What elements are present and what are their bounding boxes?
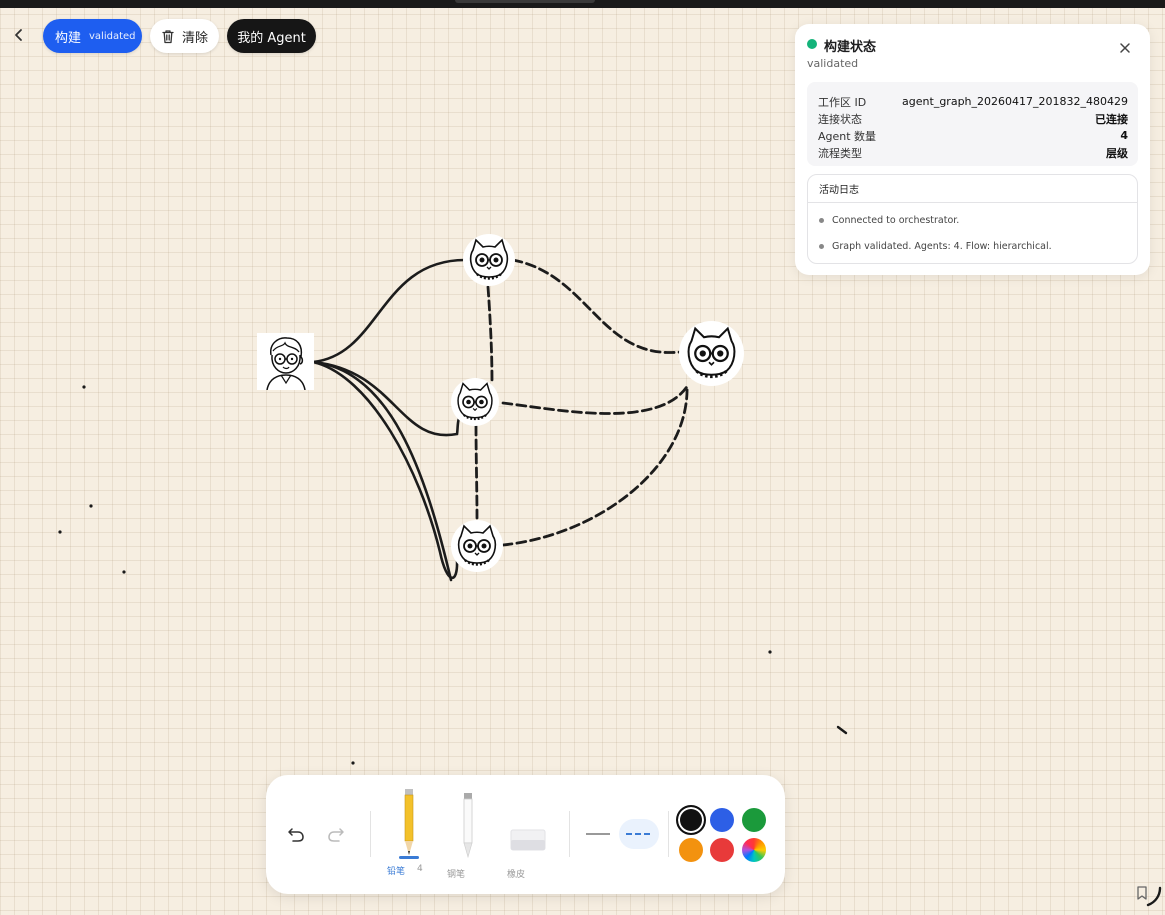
status-panel-subtitle: validated <box>807 57 859 70</box>
pencil-icon <box>399 789 419 859</box>
pencil-size: 4 <box>417 864 423 874</box>
line-style-solid[interactable] <box>584 823 612 845</box>
info-value: 层级 <box>1106 146 1128 160</box>
pencil-label: 铅笔 <box>387 867 406 877</box>
info-key: 流程类型 <box>818 146 862 160</box>
build-status-panel: 构建状态 validated 工作区 ID agent_graph_202604… <box>795 24 1150 275</box>
solid-edges <box>311 258 467 582</box>
redo-icon <box>328 828 344 842</box>
dashed-edges <box>474 258 690 547</box>
color-green[interactable] <box>742 808 766 832</box>
solid-line-icon <box>586 833 610 835</box>
redo-button[interactable] <box>326 824 346 844</box>
eraser-tool[interactable] <box>510 829 546 851</box>
edge-user-bottom-b <box>311 360 459 580</box>
color-blue[interactable] <box>710 808 734 832</box>
undo-button[interactable] <box>286 824 306 844</box>
divider <box>569 811 570 857</box>
edge-bottom-right <box>501 383 689 547</box>
color-picker-rainbow[interactable] <box>742 838 766 862</box>
user-avatar-icon <box>266 337 306 390</box>
info-row-agent-count: Agent 数量 4 <box>818 127 1128 144</box>
info-key: 连接状态 <box>818 112 862 126</box>
dashed-line-icon <box>626 833 652 835</box>
undo-icon <box>288 828 304 842</box>
eraser-icon <box>510 829 546 851</box>
log-text: Connected to orchestrator. <box>832 214 960 226</box>
cat-agent-middle-node[interactable] <box>451 378 499 426</box>
cat-agent-right-node[interactable] <box>679 321 744 386</box>
color-orange[interactable] <box>679 838 703 862</box>
activity-log-title: 活动日志 <box>808 175 1137 203</box>
edge-user-top <box>311 258 467 364</box>
pen-label: 钢笔 <box>447 870 466 880</box>
log-text: Graph validated. Agents: 4. Flow: hierar… <box>832 240 1052 252</box>
divider <box>668 811 669 857</box>
info-value: 4 <box>1120 129 1128 142</box>
cat-glasses-icon <box>457 524 497 566</box>
edge-middle-right <box>501 383 690 415</box>
pencil-tool[interactable] <box>399 787 419 862</box>
cat-glasses-icon <box>687 326 736 379</box>
edge-top-middle <box>486 285 494 382</box>
divider <box>370 811 371 857</box>
log-item: Connected to orchestrator. <box>808 207 1137 233</box>
color-black[interactable] <box>676 805 706 835</box>
user-avatar-node[interactable] <box>257 333 314 390</box>
status-panel-title: 构建状态 <box>824 40 877 55</box>
workspace-info: 工作区 ID agent_graph_20260417_201832_48042… <box>807 82 1138 166</box>
edge-middle-bottom <box>474 424 479 520</box>
line-style-dashed[interactable] <box>619 819 659 849</box>
log-item: Graph validated. Agents: 4. Flow: hierar… <box>808 233 1137 259</box>
info-key: Agent 数量 <box>818 129 877 143</box>
pen-tool[interactable] <box>460 791 476 859</box>
close-icon <box>1120 43 1130 53</box>
drawing-toolbar: 铅笔 4 钢笔 橡皮 <box>266 775 785 894</box>
bullet-icon <box>819 217 824 223</box>
bookmark-button[interactable] <box>1135 885 1149 901</box>
close-panel-button[interactable] <box>1117 40 1133 56</box>
info-key: 工作区 ID <box>818 95 867 109</box>
bookmark-icon <box>1137 886 1147 900</box>
eraser-label: 橡皮 <box>507 870 526 880</box>
pen-icon <box>463 793 473 859</box>
activity-log[interactable]: 活动日志 Connected to orchestrator. Graph va… <box>807 174 1138 264</box>
bullet-icon <box>819 243 824 249</box>
cat-agent-top-node[interactable] <box>463 234 515 286</box>
info-value: agent_graph_20260417_201832_480429 <box>902 95 1128 108</box>
info-row-workspace-id: 工作区 ID agent_graph_20260417_201832_48042… <box>818 93 1128 110</box>
color-red[interactable] <box>710 838 734 862</box>
cat-glasses-icon <box>469 238 509 280</box>
cat-agent-bottom-node[interactable] <box>451 520 503 572</box>
status-indicator-dot <box>807 39 817 49</box>
edge-top-right <box>511 258 682 354</box>
cat-glasses-icon <box>457 382 493 421</box>
info-row-connection: 连接状态 已连接 <box>818 110 1128 127</box>
info-row-flow-type: 流程类型 层级 <box>818 144 1128 161</box>
info-value: 已连接 <box>1095 112 1128 126</box>
